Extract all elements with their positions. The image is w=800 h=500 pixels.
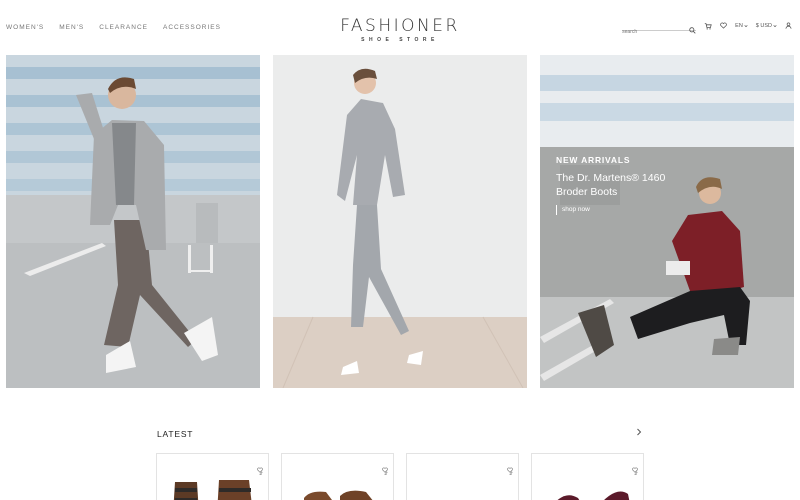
compare-icon[interactable]: ⇵ <box>258 472 264 477</box>
product-image-burgundy-pumps <box>557 491 630 500</box>
product-image-brown-boots <box>173 480 252 500</box>
nav-link-mens[interactable]: MEN'S <box>59 24 84 31</box>
search-icon[interactable] <box>689 21 696 39</box>
compare-icon[interactable]: ⇵ <box>633 472 639 477</box>
product-card[interactable]: ⇵ <box>406 453 519 500</box>
chevron-down-icon <box>773 24 777 27</box>
compare-icon[interactable]: ⇵ <box>508 472 514 477</box>
hero-image-man-grey-coat <box>6 55 260 388</box>
cart-icon[interactable] <box>704 22 712 30</box>
shop-now-link[interactable]: shop now <box>556 205 676 215</box>
main-nav: WOMEN'S MEN'S CLEARANCE ACCESSORIES <box>6 24 221 31</box>
promo-title: The Dr. Martens® 1460 Broder Boots <box>556 172 666 198</box>
language-label: EN <box>735 22 743 29</box>
hero-tile-womens[interactable] <box>273 55 527 388</box>
search-input[interactable] <box>622 27 685 37</box>
user-icon[interactable] <box>785 22 792 29</box>
nav-link-accessories[interactable]: ACCESSORIES <box>163 24 221 31</box>
latest-heading: LATEST <box>157 429 194 439</box>
hero-image-man-sitting <box>540 55 794 388</box>
header-tools: EN $ USD <box>622 20 792 37</box>
site-header: WOMEN'S MEN'S CLEARANCE ACCESSORIES FASH… <box>0 0 800 55</box>
brand-tagline: SHOE STORE <box>361 37 439 43</box>
language-selector[interactable]: EN <box>735 23 748 29</box>
promo-overlay: NEW ARRIVALS The Dr. Martens® 1460 Brode… <box>556 155 676 215</box>
chevron-right-icon[interactable] <box>636 428 642 439</box>
currency-label: $ USD <box>755 22 772 29</box>
compare-icon[interactable]: ⇵ <box>383 472 389 477</box>
product-card[interactable]: ⇵ <box>156 453 269 500</box>
chevron-down-icon <box>744 24 748 27</box>
product-card[interactable]: ⇵ <box>531 453 644 500</box>
hero-tile-mens[interactable] <box>6 55 260 388</box>
product-image-brown-shoes <box>304 490 373 500</box>
brand-name: FASHIONER <box>340 16 460 36</box>
nav-link-womens[interactable]: WOMEN'S <box>6 24 44 31</box>
product-card[interactable]: ⇵ <box>281 453 394 500</box>
heart-icon[interactable] <box>720 22 727 29</box>
currency-selector[interactable]: $ USD <box>756 23 777 29</box>
promo-kicker: NEW ARRIVALS <box>556 155 631 165</box>
search-box <box>622 20 697 37</box>
hero-tile-promo[interactable]: NEW ARRIVALS The Dr. Martens® 1460 Brode… <box>540 55 794 388</box>
brand-logo[interactable]: FASHIONER SHOE STORE <box>300 16 500 43</box>
hero-image-woman-grey-suit <box>273 55 527 388</box>
nav-link-clearance[interactable]: CLEARANCE <box>99 24 148 31</box>
